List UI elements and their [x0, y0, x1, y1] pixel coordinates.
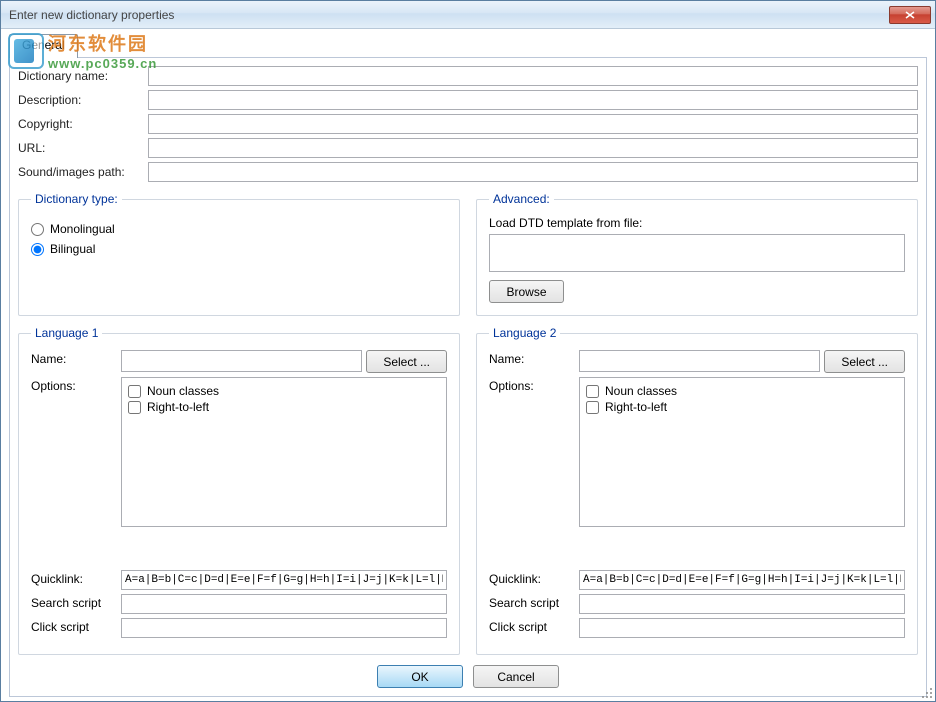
label-url: URL:: [18, 141, 148, 155]
description-input[interactable]: [148, 90, 918, 110]
lang2-click-input[interactable]: [579, 618, 905, 638]
legend-language-2: Language 2: [489, 326, 560, 340]
label-lang2-quicklink: Quicklink:: [489, 570, 579, 586]
lang2-quicklink-input[interactable]: [579, 570, 905, 590]
fieldset-advanced: Advanced: Load DTD template from file: B…: [476, 192, 918, 316]
radio-monolingual-row[interactable]: Monolingual: [31, 222, 447, 236]
lang2-rtl-label: Right-to-left: [605, 400, 667, 414]
lang2-rtl-checkbox[interactable]: [586, 401, 599, 414]
cancel-button[interactable]: Cancel: [473, 665, 559, 688]
window-title: Enter new dictionary properties: [9, 8, 174, 22]
resize-grip-icon[interactable]: [919, 685, 933, 699]
label-lang2-search: Search script: [489, 594, 579, 610]
label-copyright: Copyright:: [18, 117, 148, 131]
lang1-rtl-row[interactable]: Right-to-left: [128, 400, 440, 414]
fieldset-language-2: Language 2 Name: Select ... Options:: [476, 326, 918, 655]
lang2-rtl-row[interactable]: Right-to-left: [586, 400, 898, 414]
radio-bilingual-row[interactable]: Bilingual: [31, 242, 447, 256]
copyright-input[interactable]: [148, 114, 918, 134]
lang2-noun-classes-label: Noun classes: [605, 384, 677, 398]
lang2-noun-classes-row[interactable]: Noun classes: [586, 384, 898, 398]
lang2-select-button[interactable]: Select ...: [824, 350, 905, 373]
lang1-select-button[interactable]: Select ...: [366, 350, 447, 373]
label-description: Description:: [18, 93, 148, 107]
label-dictionary-name: Dictionary name:: [18, 69, 148, 83]
content-area: General Dictionary name: Description: Co…: [1, 29, 935, 701]
tab-panel-general: Dictionary name: Description: Copyright:…: [9, 57, 927, 697]
button-bar: OK Cancel: [18, 655, 918, 690]
label-load-dtd: Load DTD template from file:: [489, 216, 905, 230]
radio-bilingual[interactable]: [31, 243, 44, 256]
radio-monolingual-label: Monolingual: [50, 222, 115, 236]
lang1-rtl-label: Right-to-left: [147, 400, 209, 414]
lang1-click-input[interactable]: [121, 618, 447, 638]
fieldset-language-1: Language 1 Name: Select ... Options:: [18, 326, 460, 655]
fieldset-dictionary-type: Dictionary type: Monolingual Bilingual: [18, 192, 460, 316]
sound-path-input[interactable]: [148, 162, 918, 182]
label-lang1-name: Name:: [31, 350, 121, 366]
label-lang2-options: Options:: [489, 377, 579, 393]
label-lang1-options: Options:: [31, 377, 121, 393]
label-lang1-quicklink: Quicklink:: [31, 570, 121, 586]
label-sound-path: Sound/images path:: [18, 165, 148, 179]
lang2-name-input[interactable]: [579, 350, 820, 372]
lang1-options-box: Noun classes Right-to-left: [121, 377, 447, 527]
close-button[interactable]: [889, 6, 931, 24]
radio-bilingual-label: Bilingual: [50, 242, 95, 256]
dialog-window: Enter new dictionary properties 河东软件园 ww…: [0, 0, 936, 702]
label-lang2-name: Name:: [489, 350, 579, 366]
lang1-noun-classes-label: Noun classes: [147, 384, 219, 398]
tab-general[interactable]: General: [9, 34, 78, 58]
url-input[interactable]: [148, 138, 918, 158]
lang1-noun-classes-row[interactable]: Noun classes: [128, 384, 440, 398]
radio-monolingual[interactable]: [31, 223, 44, 236]
ok-button[interactable]: OK: [377, 665, 463, 688]
lang2-search-input[interactable]: [579, 594, 905, 614]
lang2-options-box: Noun classes Right-to-left: [579, 377, 905, 527]
dtd-template-input[interactable]: [489, 234, 905, 272]
lang1-rtl-checkbox[interactable]: [128, 401, 141, 414]
lang1-search-input[interactable]: [121, 594, 447, 614]
legend-dictionary-type: Dictionary type:: [31, 192, 122, 206]
label-lang1-click: Click script: [31, 618, 121, 634]
titlebar[interactable]: Enter new dictionary properties: [1, 1, 935, 29]
legend-advanced: Advanced:: [489, 192, 554, 206]
legend-language-1: Language 1: [31, 326, 102, 340]
dictionary-name-input[interactable]: [148, 66, 918, 86]
lang1-name-input[interactable]: [121, 350, 362, 372]
lang1-noun-classes-checkbox[interactable]: [128, 385, 141, 398]
label-lang2-click: Click script: [489, 618, 579, 634]
tabstrip: General: [9, 33, 927, 57]
close-icon: [905, 11, 915, 19]
lang2-noun-classes-checkbox[interactable]: [586, 385, 599, 398]
browse-button[interactable]: Browse: [489, 280, 564, 303]
label-lang1-search: Search script: [31, 594, 121, 610]
lang1-quicklink-input[interactable]: [121, 570, 447, 590]
